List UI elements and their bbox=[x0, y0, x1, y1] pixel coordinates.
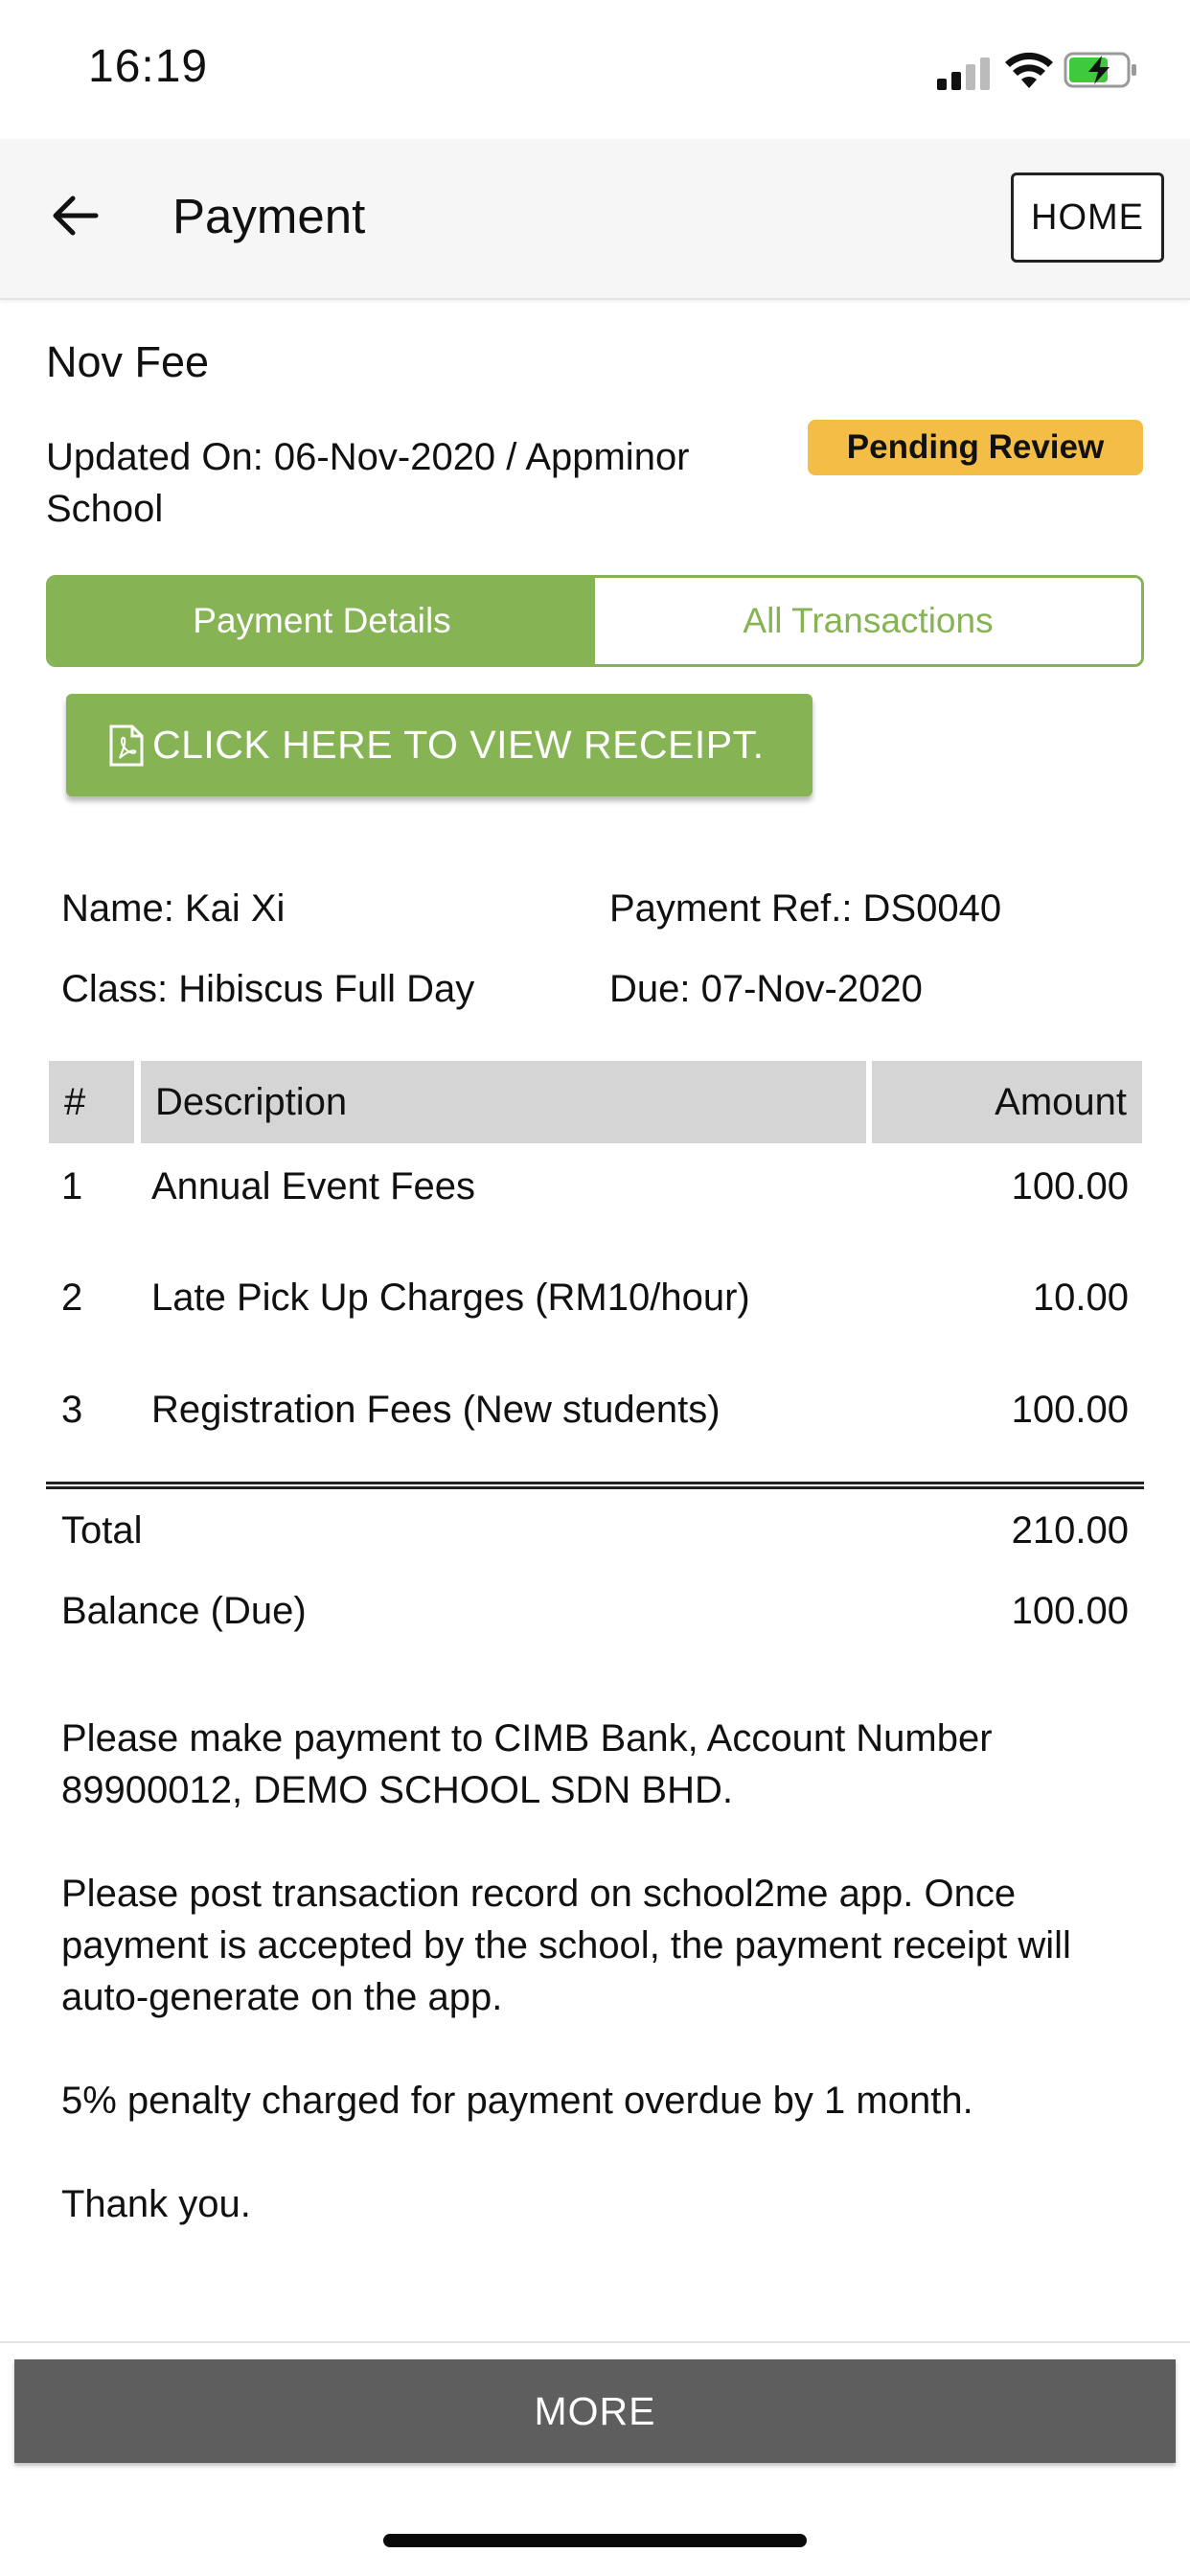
balance-value: 100.00 bbox=[1011, 1590, 1129, 1632]
total-label: Total bbox=[61, 1509, 143, 1552]
due-date: Due: 07-Nov-2020 bbox=[609, 968, 923, 1010]
note-paragraph: Please make payment to CIMB Bank, Accoun… bbox=[61, 1717, 993, 1811]
payment-ref: Payment Ref.: DS0040 bbox=[609, 887, 1002, 930]
tab-payment-details[interactable]: Payment Details bbox=[49, 578, 595, 664]
table-row-description: Annual Event Fees bbox=[151, 1165, 475, 1208]
bottom-divider bbox=[0, 2341, 1190, 2343]
more-button[interactable]: MORE bbox=[14, 2359, 1176, 2463]
table-row-amount: 10.00 bbox=[1032, 1276, 1129, 1319]
table-row-number: 1 bbox=[61, 1165, 83, 1208]
fee-title: Nov Fee bbox=[46, 337, 210, 386]
home-indicator bbox=[383, 2534, 807, 2547]
note-paragraph: Please post transaction record on school… bbox=[61, 1873, 1071, 2018]
view-receipt-label: CLICK HERE TO VIEW RECEIPT. bbox=[152, 723, 765, 767]
balance-label: Balance (Due) bbox=[61, 1590, 307, 1632]
cellular-signal-icon bbox=[937, 58, 991, 90]
student-name: Name: Kai Xi bbox=[61, 887, 286, 930]
table-header-description: Description bbox=[141, 1061, 866, 1143]
page-title: Payment bbox=[172, 189, 366, 243]
table-header-number: # bbox=[49, 1061, 134, 1143]
total-value: 210.00 bbox=[1011, 1509, 1129, 1552]
tab-all-transactions[interactable]: All Transactions bbox=[595, 578, 1141, 664]
table-row-amount: 100.00 bbox=[1011, 1165, 1129, 1208]
table-header-amount: Amount bbox=[872, 1061, 1142, 1143]
table-total-divider bbox=[46, 1482, 1144, 1489]
pdf-file-icon bbox=[109, 724, 144, 766]
status-badge: Pending Review bbox=[808, 420, 1143, 475]
table-row-number: 2 bbox=[61, 1276, 83, 1319]
note-paragraph: 5% penalty charged for payment overdue b… bbox=[61, 2080, 973, 2122]
student-class: Class: Hibiscus Full Day bbox=[61, 968, 475, 1010]
updated-on-text: Updated On: 06-Nov-2020 / Appminor Schoo… bbox=[46, 436, 690, 530]
back-arrow-icon[interactable] bbox=[46, 187, 103, 244]
payment-notes: Please make payment to CIMB Bank, Accoun… bbox=[61, 1713, 1115, 2282]
table-row-number: 3 bbox=[61, 1389, 83, 1431]
wifi-icon bbox=[1005, 52, 1053, 88]
battery-charging-icon bbox=[1064, 52, 1136, 88]
status-time: 16:19 bbox=[88, 41, 209, 92]
table-row-description: Registration Fees (New students) bbox=[151, 1389, 721, 1431]
home-button[interactable]: HOME bbox=[1011, 172, 1164, 263]
table-row-amount: 100.00 bbox=[1011, 1389, 1129, 1431]
note-paragraph: Thank you. bbox=[61, 2183, 251, 2225]
tab-bar: Payment Details All Transactions bbox=[46, 575, 1144, 667]
view-receipt-button[interactable]: CLICK HERE TO VIEW RECEIPT. bbox=[66, 694, 812, 796]
table-row-description: Late Pick Up Charges (RM10/hour) bbox=[151, 1276, 750, 1319]
